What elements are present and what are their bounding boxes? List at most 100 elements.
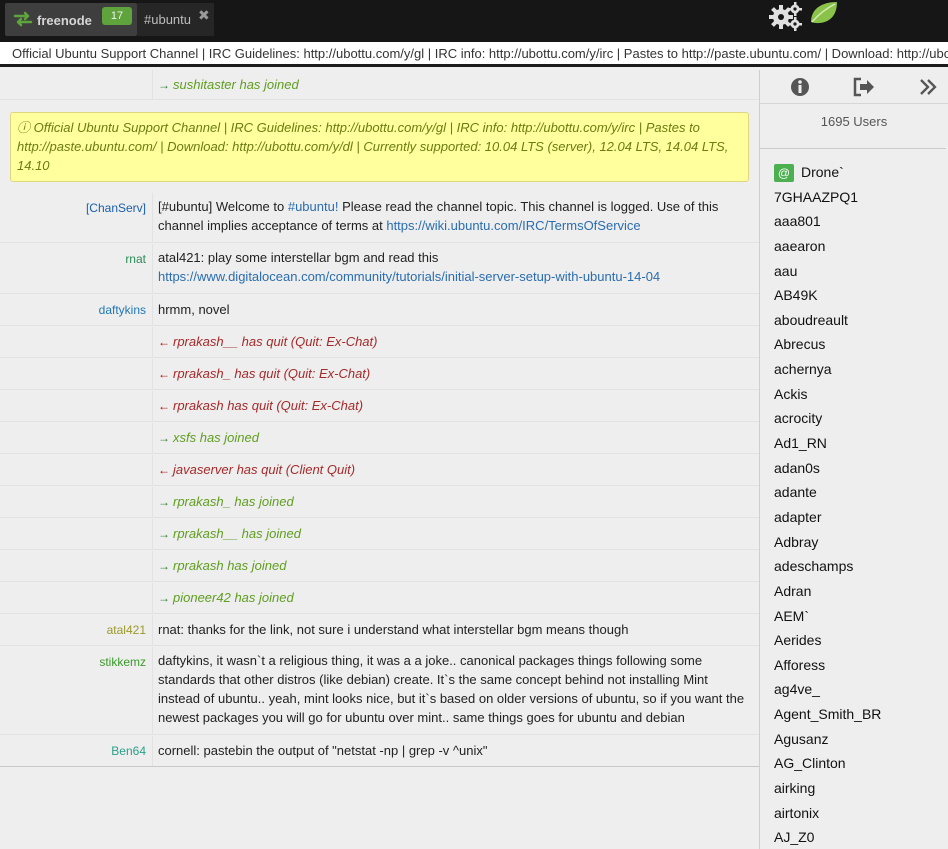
message-nick[interactable]: stikkemz (0, 647, 146, 669)
user-list-item[interactable]: ag4ve_ (774, 677, 944, 702)
event-message: ← rprakash_ has quit (Quit: Ex-Chat) (0, 359, 759, 390)
message-text: ← javaserver has quit (Client Quit) (158, 462, 356, 477)
message-text: → rprakash has joined (158, 558, 287, 573)
settings-gears-icon[interactable] (768, 1, 802, 31)
info-icon[interactable] (788, 76, 812, 98)
user-list-item[interactable]: adeschamps (774, 554, 944, 579)
message-nick[interactable]: rnat (0, 244, 146, 266)
collapse-panel-icon[interactable] (916, 76, 940, 98)
network-name: freenode (37, 13, 92, 28)
event-message: ← javaserver has quit (Client Quit) (0, 455, 759, 486)
tab-ubuntu[interactable]: #ubuntu ✖ (137, 3, 214, 36)
user-list-item[interactable]: airtonix (774, 801, 944, 826)
user-list-item[interactable]: Agent_Smith_BR (774, 702, 944, 727)
user-list-item[interactable]: Afforess (774, 653, 944, 678)
message-text: → rprakash__ has joined (158, 526, 301, 541)
divider (760, 148, 946, 149)
user-count: 1695 Users (820, 114, 888, 129)
info-icon: ⓘ (17, 120, 31, 135)
channel-topic: ⓘ Official Ubuntu Support Channel | IRC … (10, 112, 749, 182)
chat-message: [ChanServ] [#ubuntu] Welcome to #ubuntu!… (0, 193, 759, 243)
message-text: hrmm, novel (158, 302, 230, 317)
user-list-item[interactable]: Ad1_RN (774, 431, 944, 456)
user-list-item[interactable]: Adran (774, 579, 944, 604)
event-message: → rprakash_ has joined (0, 487, 759, 518)
quit-arrow-icon: ← (158, 335, 170, 349)
close-icon[interactable]: ✖ (198, 7, 210, 24)
join-arrow-icon: → (158, 527, 170, 541)
event-message: ← rprakash has quit (Quit: Ex-Chat) (0, 391, 759, 422)
event-message: ← rprakash__ has quit (Quit: Ex-Chat) (0, 327, 759, 358)
chat-message: rnat atal421: play some interstellar bgm… (0, 244, 759, 294)
unread-count-badge: 17 (102, 7, 132, 25)
message-text: → rprakash_ has joined (158, 494, 294, 509)
top-bar: freenode 17 #ubuntu ✖ (0, 0, 948, 42)
join-arrow-icon: → (158, 431, 170, 445)
quit-arrow-icon: ← (158, 367, 170, 381)
user-list-item[interactable]: AB49K (774, 283, 944, 308)
message-nick[interactable]: daftykins (0, 295, 146, 317)
user-list-item[interactable]: Abrecus (774, 332, 944, 357)
message-text: atal421: play some interstellar bgm and … (158, 250, 661, 284)
user-list-item[interactable]: airking (774, 776, 944, 801)
message-link[interactable]: https://wiki.ubuntu.com/IRC/TermsOfServi… (386, 218, 640, 233)
user-list-item[interactable]: achernya (774, 357, 944, 382)
user-list-item[interactable]: Ackis (774, 382, 944, 407)
event-message: → pioneer42 has joined (0, 583, 759, 614)
user-list-item[interactable]: AJ_Z0 (774, 825, 944, 849)
message-text: ← rprakash_ has quit (Quit: Ex-Chat) (158, 366, 371, 381)
chat-message: atal421 rnat: thanks for the link, not s… (0, 615, 759, 646)
join-arrow-icon: → (158, 591, 170, 605)
user-list-item[interactable]: adan0s (774, 456, 944, 481)
user-list-item[interactable]: aboudreault (774, 308, 944, 333)
leave-channel-icon[interactable] (852, 76, 876, 98)
topic-link[interactable]: http://ubottu.com/y/irc (511, 120, 635, 135)
user-list-item[interactable]: adapter (774, 505, 944, 530)
network-tab[interactable]: freenode 17 (5, 3, 137, 36)
topic-link[interactable]: http://ubottu.com/y/dl (232, 139, 353, 154)
join-arrow-icon: → (158, 559, 170, 573)
join-arrow-icon: → (158, 495, 170, 509)
message-nick[interactable]: [ChanServ] (0, 193, 146, 215)
user-list-item[interactable]: Aerides (774, 628, 944, 653)
channel-tab-label: #ubuntu (144, 12, 191, 27)
quit-arrow-icon: ← (158, 399, 170, 413)
user-list-item[interactable]: aaearon (774, 234, 944, 259)
user-list-item[interactable]: aaa801 (774, 209, 944, 234)
message-text: rnat: thanks for the link, not sure i un… (158, 622, 629, 637)
user-list-item[interactable]: 7GHAAZPQ1 (774, 185, 944, 210)
user-list-item[interactable]: Agusanz (774, 727, 944, 752)
message-link[interactable]: https://www.digitalocean.com/community/t… (158, 269, 660, 284)
chat-message: daftykins hrmm, novel (0, 295, 759, 326)
op-badge: @ (774, 164, 794, 183)
message-text: [#ubuntu] Welcome to #ubuntu! Please rea… (158, 199, 719, 233)
user-panel-toolbar (760, 70, 948, 104)
message-text: → pioneer42 has joined (158, 590, 294, 605)
join-message: → sushitaster has joined (0, 70, 759, 100)
message-text: ← rprakash__ has quit (Quit: Ex-Chat) (158, 334, 378, 349)
user-list-item[interactable]: acrocity (774, 406, 944, 431)
message-text: cornell: pastebin the output of "netstat… (158, 743, 488, 758)
message-text: → xsfs has joined (158, 430, 259, 445)
quit-arrow-icon: ← (158, 463, 170, 477)
leaf-logo-icon[interactable] (809, 0, 839, 26)
chat-message: Ben64 cornell: pastebin the output of "n… (0, 736, 759, 767)
message-nick[interactable]: Ben64 (0, 736, 146, 758)
swap-arrows-icon (13, 11, 33, 27)
message-text: daftykins, it wasn`t a religious thing, … (158, 653, 745, 725)
user-list-item[interactable]: Adbray (774, 530, 944, 555)
channel-link[interactable]: #ubuntu! (288, 199, 339, 214)
topic-link[interactable]: http://ubottu.com/y/gl (325, 120, 446, 135)
user-list-item[interactable]: @ Drone` (774, 160, 944, 185)
topic-bar-text: Official Ubuntu Support Channel | IRC Gu… (12, 46, 948, 61)
topic-link[interactable]: http://paste.ubuntu.com/ (17, 139, 156, 154)
user-list-item[interactable]: adante (774, 480, 944, 505)
user-list-item[interactable]: AG_Clinton (774, 751, 944, 776)
topic-bar: Official Ubuntu Support Channel | IRC Gu… (0, 42, 948, 67)
event-message: → rprakash has joined (0, 551, 759, 582)
user-list-item[interactable]: AEM` (774, 604, 944, 629)
user-list: @ Drone` 7GHAAZPQ1 aaa801 aaearon aau AB4… (774, 160, 944, 849)
message-nick[interactable]: atal421 (0, 615, 146, 637)
user-list-item[interactable]: aau (774, 259, 944, 284)
join-arrow-icon: → (158, 78, 170, 92)
